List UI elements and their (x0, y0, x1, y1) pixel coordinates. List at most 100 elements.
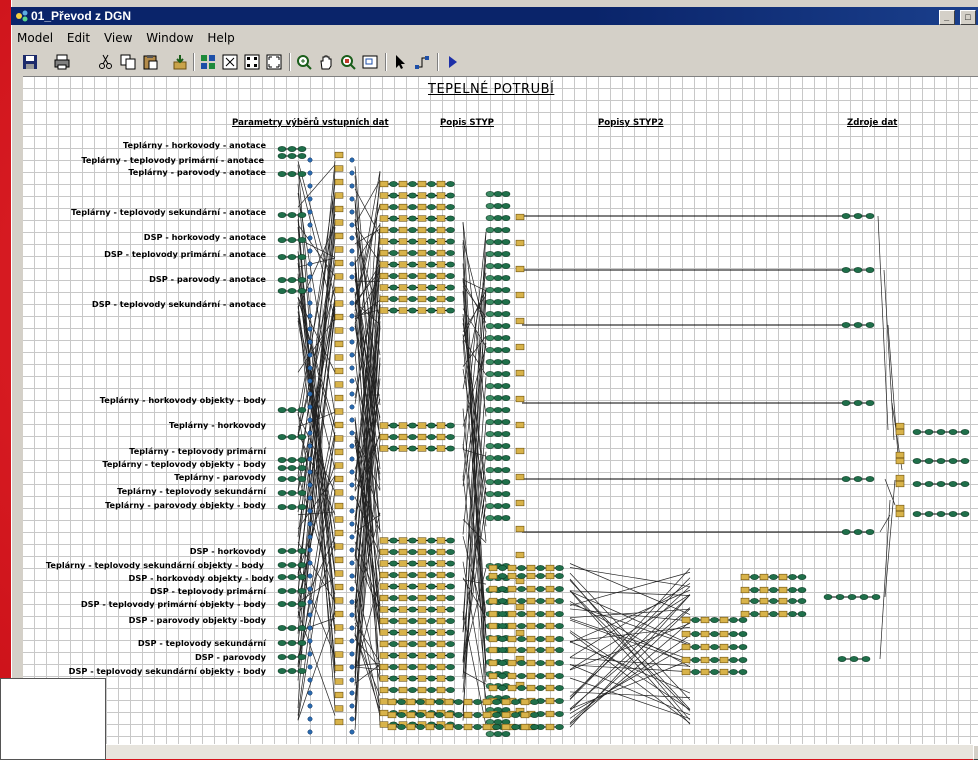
reader-node[interactable] (298, 237, 306, 242)
reader-node[interactable] (486, 407, 494, 412)
reader-node[interactable] (502, 515, 510, 520)
filter-node[interactable] (350, 379, 354, 383)
reader-node[interactable] (278, 254, 286, 259)
reader-node[interactable] (949, 511, 957, 516)
filter-node[interactable] (350, 223, 354, 227)
filter-node[interactable] (308, 366, 312, 370)
reader-node[interactable] (518, 573, 526, 578)
transform-node[interactable] (437, 618, 445, 624)
reader-node[interactable] (486, 395, 494, 400)
filter-node[interactable] (350, 587, 354, 591)
reader-node[interactable] (390, 618, 398, 623)
reader-node[interactable] (518, 611, 526, 616)
filter-node[interactable] (308, 470, 312, 474)
reader-node[interactable] (913, 429, 921, 434)
reader-node[interactable] (288, 288, 296, 293)
reader-node[interactable] (486, 371, 494, 376)
reader-node[interactable] (872, 594, 880, 599)
reader-node[interactable] (447, 630, 455, 635)
transform-node[interactable] (380, 618, 388, 624)
filter-node[interactable] (308, 327, 312, 331)
transform-node[interactable] (399, 434, 407, 440)
reader-node[interactable] (409, 630, 417, 635)
reader-node[interactable] (486, 347, 494, 352)
transform-node[interactable] (426, 699, 434, 705)
reader-node[interactable] (428, 595, 436, 600)
reader-node[interactable] (494, 719, 502, 724)
transform-node[interactable] (896, 423, 904, 429)
transform-node[interactable] (437, 549, 445, 555)
reader-node[interactable] (751, 611, 759, 616)
reader-node[interactable] (447, 595, 455, 600)
transform-node[interactable] (508, 565, 516, 571)
transform-node[interactable] (418, 193, 426, 199)
reader-node[interactable] (447, 227, 455, 232)
reader-node[interactable] (937, 511, 945, 516)
reader-node[interactable] (854, 400, 862, 405)
reader-node[interactable] (751, 574, 759, 579)
reader-node[interactable] (556, 698, 564, 703)
transform-node[interactable] (418, 446, 426, 452)
reader-node[interactable] (409, 216, 417, 221)
transform-node[interactable] (388, 712, 396, 718)
reader-node[interactable] (390, 181, 398, 186)
transform-node[interactable] (399, 630, 407, 636)
transform-node[interactable] (388, 699, 396, 705)
reader-node[interactable] (428, 607, 436, 612)
transform-node[interactable] (437, 561, 445, 567)
reader-node[interactable] (428, 262, 436, 267)
reader-node[interactable] (502, 203, 510, 208)
filter-node[interactable] (350, 158, 354, 162)
transform-node[interactable] (380, 676, 388, 682)
reader-node[interactable] (278, 574, 286, 579)
reader-node[interactable] (486, 731, 494, 736)
reader-node[interactable] (537, 565, 545, 570)
transform-node[interactable] (437, 446, 445, 452)
transform-node[interactable] (399, 308, 407, 314)
transform-node[interactable] (508, 636, 516, 642)
transform-node[interactable] (335, 611, 343, 617)
reader-node[interactable] (486, 479, 494, 484)
transform-node[interactable] (399, 181, 407, 187)
reader-node[interactable] (278, 640, 286, 645)
filter-node[interactable] (308, 262, 312, 266)
reader-node[interactable] (390, 572, 398, 577)
transform-node[interactable] (399, 204, 407, 210)
reader-node[interactable] (278, 277, 286, 282)
reader-node[interactable] (298, 625, 306, 630)
reader-node[interactable] (730, 631, 738, 636)
reader-node[interactable] (447, 664, 455, 669)
filter-node[interactable] (350, 457, 354, 461)
reader-node[interactable] (417, 712, 425, 717)
filter-node[interactable] (308, 171, 312, 175)
filter-node[interactable] (350, 210, 354, 214)
transform-node[interactable] (399, 262, 407, 268)
reader-node[interactable] (494, 227, 502, 232)
reader-node[interactable] (298, 465, 306, 470)
reader-node[interactable] (499, 623, 507, 628)
transform-node[interactable] (399, 561, 407, 567)
reader-node[interactable] (390, 296, 398, 301)
reader-node[interactable] (298, 668, 306, 673)
reader-node[interactable] (866, 400, 874, 405)
reader-node[interactable] (502, 455, 510, 460)
reader-node[interactable] (949, 458, 957, 463)
reader-node[interactable] (499, 598, 507, 603)
reader-node[interactable] (854, 213, 862, 218)
transform-node[interactable] (516, 266, 524, 272)
filter-node[interactable] (350, 561, 354, 565)
reader-node[interactable] (298, 504, 306, 509)
transform-node[interactable] (418, 250, 426, 256)
reader-node[interactable] (949, 429, 957, 434)
reader-node[interactable] (739, 644, 747, 649)
transform-node[interactable] (437, 584, 445, 590)
filter-node[interactable] (350, 236, 354, 240)
reader-node[interactable] (518, 565, 526, 570)
reader-node[interactable] (278, 146, 286, 151)
transform-node[interactable] (335, 557, 343, 563)
transform-node[interactable] (437, 676, 445, 682)
reader-node[interactable] (556, 724, 564, 729)
reader-node[interactable] (512, 724, 520, 729)
transform-node[interactable] (483, 724, 491, 730)
reader-node[interactable] (278, 407, 286, 412)
